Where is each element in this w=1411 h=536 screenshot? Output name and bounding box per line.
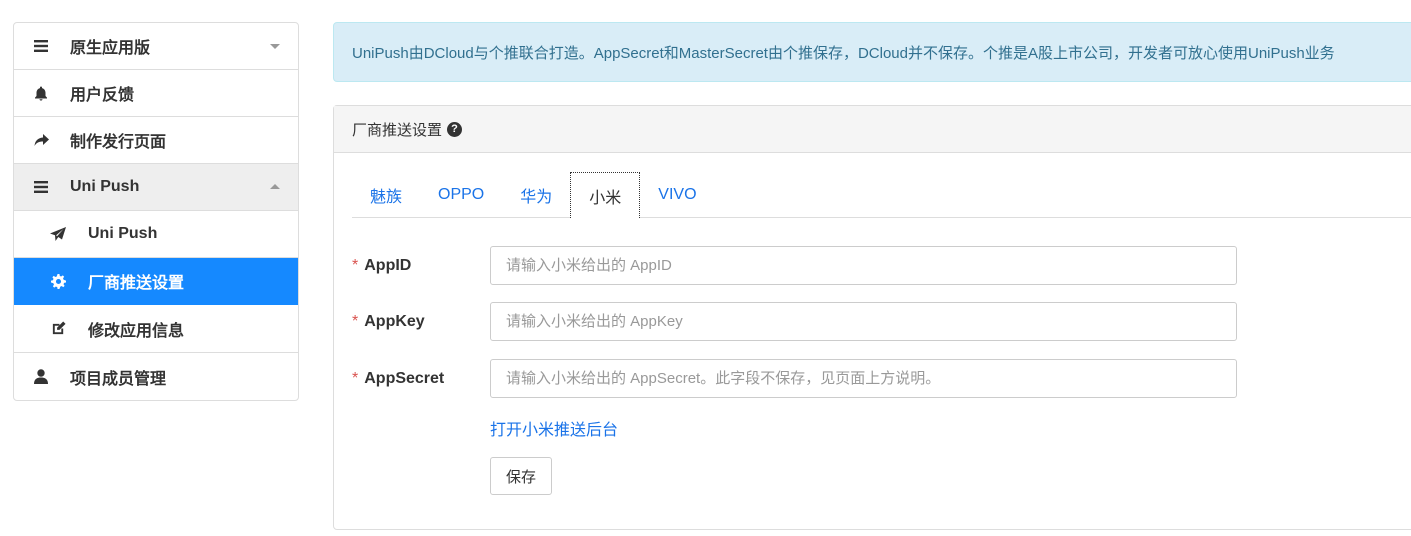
sidebar-item-project-members[interactable]: 项目成员管理 xyxy=(14,353,298,400)
sidebar-item-uni-push-group[interactable]: Uni Push xyxy=(14,164,298,211)
tab-meizu[interactable]: 魅族 xyxy=(352,172,420,218)
sidebar: 原生应用版 用户反馈 制作发行页面 Uni Push Uni Push 厂商推送… xyxy=(13,22,299,401)
sidebar-item-feedback[interactable]: 用户反馈 xyxy=(14,70,298,117)
sidebar-item-label: 项目成员管理 xyxy=(70,370,167,388)
info-alert-text: UniPush由DCloud与个推联合打造。AppSecret和MasterSe… xyxy=(352,44,1335,62)
sidebar-item-edit-app-info[interactable]: 修改应用信息 xyxy=(14,305,298,353)
sidebar-item-native-app[interactable]: 原生应用版 xyxy=(14,23,298,70)
sidebar-item-label: 修改应用信息 xyxy=(88,322,185,340)
sidebar-item-label: Uni Push xyxy=(70,178,140,195)
sidebar-item-label: 制作发行页面 xyxy=(70,134,167,151)
tab-oppo[interactable]: OPPO xyxy=(420,172,502,218)
share-arrow-icon xyxy=(33,132,49,148)
form-row-appsecret: * AppSecret xyxy=(352,359,1237,398)
user-icon xyxy=(33,369,49,385)
tab-huawei[interactable]: 华为 xyxy=(502,172,570,218)
form-row-appkey: * AppKey xyxy=(352,302,1237,341)
edit-icon xyxy=(50,321,66,337)
appsecret-label-text: AppSecret xyxy=(364,369,445,387)
sidebar-item-label: 厂商推送设置 xyxy=(88,275,185,292)
required-mark: * xyxy=(352,369,359,387)
chevron-up-icon xyxy=(270,184,280,189)
sidebar-item-label: Uni Push xyxy=(88,225,158,242)
menu-icon xyxy=(33,38,49,54)
sidebar-item-label: 用户反馈 xyxy=(70,87,135,104)
paper-plane-icon xyxy=(50,226,66,242)
sidebar-item-vendor-push-settings[interactable]: 厂商推送设置 xyxy=(14,258,298,305)
tab-vivo[interactable]: VIVO xyxy=(640,172,714,218)
tab-xiaomi[interactable]: 小米 xyxy=(570,172,641,218)
save-button[interactable]: 保存 xyxy=(490,457,552,495)
form-row-appid: * AppID xyxy=(352,246,1237,285)
appkey-label-text: AppKey xyxy=(364,312,425,330)
appkey-input[interactable] xyxy=(490,302,1237,341)
appid-label-text: AppID xyxy=(364,256,412,274)
sidebar-item-uni-push[interactable]: Uni Push xyxy=(14,211,298,258)
sidebar-item-release-page[interactable]: 制作发行页面 xyxy=(14,117,298,164)
appsecret-label: * AppSecret xyxy=(352,370,490,388)
appid-label: * AppID xyxy=(352,257,490,275)
chevron-down-icon xyxy=(270,44,280,49)
appkey-label: * AppKey xyxy=(352,313,490,331)
required-mark: * xyxy=(352,256,359,274)
gear-icon xyxy=(50,273,66,289)
bell-icon xyxy=(33,85,49,101)
appid-input[interactable] xyxy=(490,246,1237,285)
question-circle-icon[interactable]: ? xyxy=(447,121,463,137)
info-alert: UniPush由DCloud与个推联合打造。AppSecret和MasterSe… xyxy=(333,22,1411,82)
panel-heading: 厂商推送设置 ? xyxy=(334,106,1411,153)
open-xiaomi-push-console-link[interactable]: 打开小米推送后台 xyxy=(490,416,618,440)
menu-icon xyxy=(33,179,49,195)
required-mark: * xyxy=(352,312,359,330)
panel-title: 厂商推送设置 xyxy=(352,121,443,139)
sidebar-item-label: 原生应用版 xyxy=(70,40,151,57)
vendor-push-settings-panel: 厂商推送设置 ? 魅族 OPPO 华为 小米 VIVO * AppID * AppK… xyxy=(333,105,1411,530)
appsecret-input[interactable] xyxy=(490,359,1237,398)
vendor-tabs: 魅族 OPPO 华为 小米 VIVO xyxy=(352,172,1411,218)
